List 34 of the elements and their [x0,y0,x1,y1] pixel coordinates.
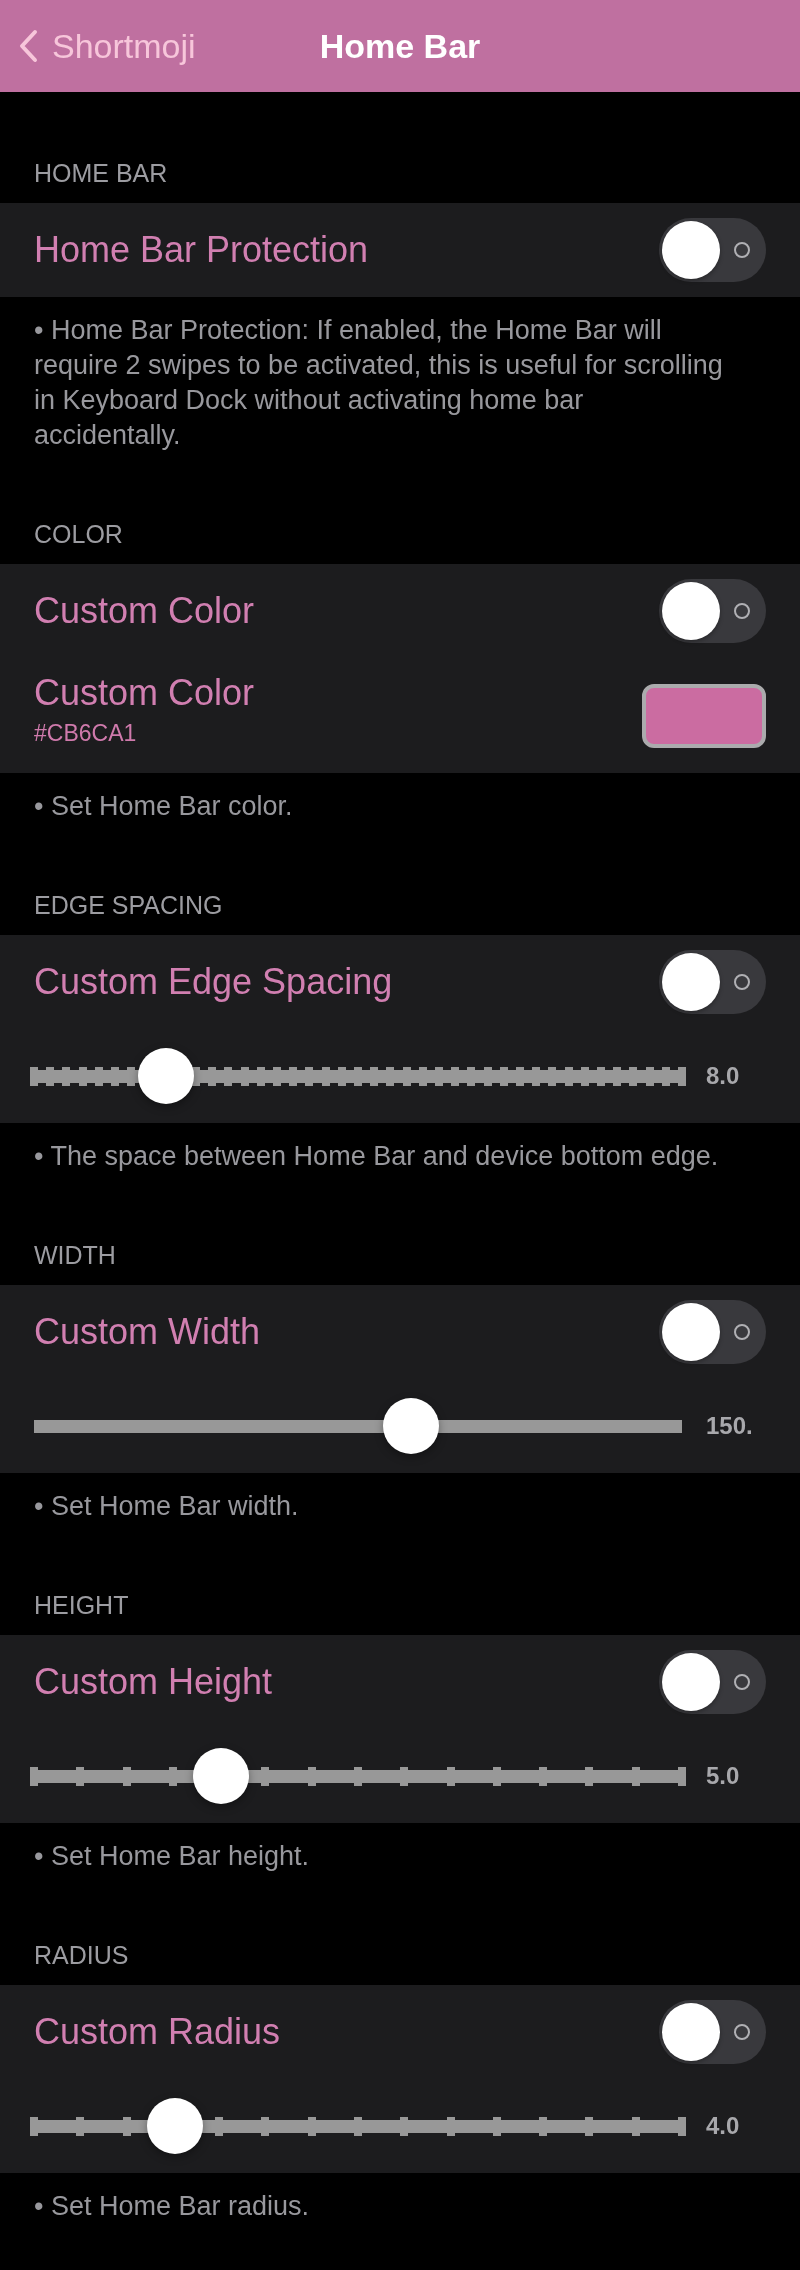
section-header: RADIUS [33,1940,130,1970]
slider-value: 5.0 [706,1762,741,1790]
back-button[interactable]: Shortmoji [0,26,196,66]
section-header: EDGE SPACING [33,890,224,920]
slider-value: 4.0 [706,2112,741,2140]
section-footer-note: • Set Home Bar width. [33,1490,300,1523]
setting-label: Custom Color [34,672,255,714]
section-header: COLOR [33,519,124,549]
section-footer-note: • Set Home Bar radius. [33,2190,311,2223]
setting-label: Custom Color [34,590,255,632]
setting-label: Custom Radius [34,2011,281,2053]
slider-value: 8.0 [706,1062,741,1090]
setting-label: Custom Width [34,1311,261,1353]
section-header: WIDTH [33,1240,117,1270]
section-header: HOME BAR [33,158,169,188]
setting-label: Custom Height [34,1661,273,1703]
back-chevron-icon [18,29,38,63]
page-title: Home Bar [319,26,481,66]
section-footer-note: • The space between Home Bar and device bottom edge. [33,1140,720,1173]
off-indicator-icon [734,1324,750,1340]
setting-label: Home Bar Protection [34,229,369,271]
color-hex-value: #CB6CA1 [34,720,138,747]
off-indicator-icon [734,242,750,258]
setting-label: Custom Edge Spacing [34,961,393,1003]
section-footer-note: • Set Home Bar height. [33,1840,311,1873]
section-footer-note: • Set Home Bar color. [33,790,294,823]
off-indicator-icon [734,603,750,619]
slider-value: 150. [706,1412,754,1440]
color-swatch[interactable] [642,683,766,748]
off-indicator-icon [734,2024,750,2040]
section-footer-note: • Home Bar Protection: If enabled, the Home Bar will require 2 swipes to be activated, this is useful for scrolling in Keyboard Dock without activating home bar accidentally. [33,314,724,452]
off-indicator-icon [734,974,750,990]
off-indicator-icon [734,1674,750,1690]
section-header: HEIGHT [33,1590,130,1620]
